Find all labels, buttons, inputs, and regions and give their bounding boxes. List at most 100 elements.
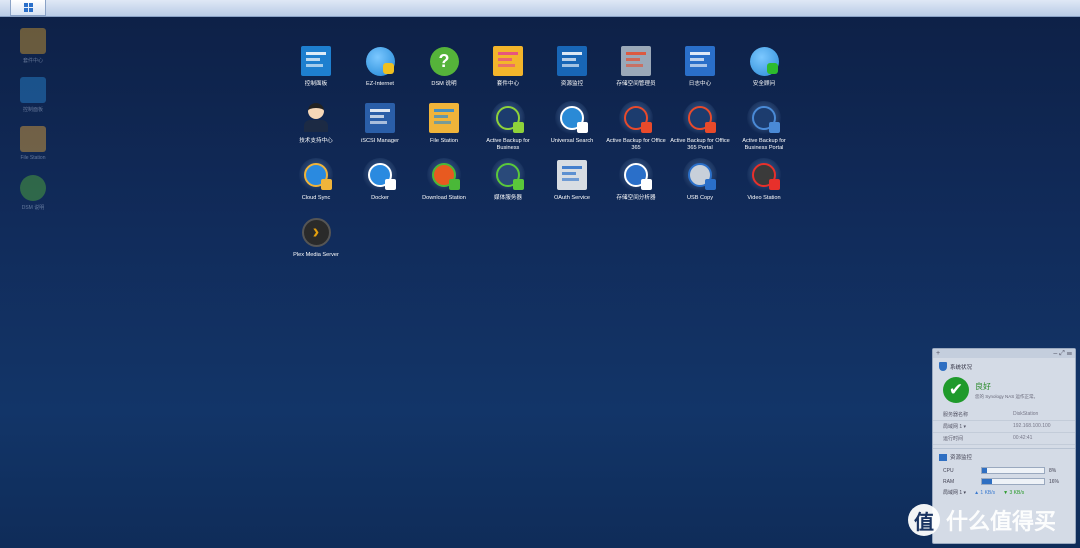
app-label: Active Backup for Business: [486, 138, 530, 151]
cloud-sync-icon: [299, 158, 333, 192]
app-label: Download Station: [422, 195, 466, 201]
app-label: Video Station: [747, 195, 781, 201]
plex-icon: ›: [299, 215, 333, 249]
app-launcher[interactable]: Video Station: [732, 158, 796, 215]
app-launcher[interactable]: 资源监控: [540, 44, 604, 101]
help-icon: [20, 175, 46, 201]
taskbar: [0, 0, 1080, 17]
usb-copy-icon: [683, 158, 717, 192]
control-panel-icon: [299, 44, 333, 78]
desktop-shortcut[interactable]: 套件中心: [14, 28, 52, 64]
app-launcher[interactable]: 安全顾问: [732, 44, 796, 101]
app-launcher[interactable]: Active Backup for Business: [476, 101, 540, 158]
app-launcher[interactable]: EZ-Internet: [348, 44, 412, 101]
ram-value: 16%: [1049, 478, 1060, 485]
grid-icon: [23, 3, 33, 12]
status-info-label[interactable]: 局域网 1 ▾: [943, 423, 966, 430]
app-label: EZ-Internet: [366, 81, 394, 87]
system-status-title: 系统状况: [950, 364, 973, 371]
network-selector[interactable]: 局域网 1 ▾: [943, 489, 966, 496]
desktop-shortcut[interactable]: File Station: [14, 126, 52, 161]
app-launcher[interactable]: Active Backup for Office 365: [604, 101, 668, 158]
shield-icon: [939, 362, 947, 371]
app-label: 控制面板: [304, 81, 328, 87]
status-info-row: 局域网 1 ▾ 192.168.100.100: [933, 421, 1075, 433]
app-launcher[interactable]: ? DSM 说明: [412, 44, 476, 101]
watermark-text: 什么值得买: [946, 509, 1057, 534]
add-widget-icon[interactable]: +: [936, 350, 940, 357]
system-status-summary: ✔ 良好 您的 Synology NAS 运作正常。: [933, 375, 1075, 405]
app-launcher[interactable]: USB Copy: [668, 158, 732, 215]
ram-row: RAM 16%: [933, 476, 1075, 487]
resource-monitor-title: 资源监控: [950, 455, 973, 461]
storage-manager-icon: [619, 44, 653, 78]
main-menu-button[interactable]: [10, 0, 46, 16]
system-status-header: 系统状况: [933, 358, 1075, 375]
active-backup-office-icon: [619, 101, 653, 135]
universal-search-icon: [555, 101, 589, 135]
network-row: 局域网 1 ▾ ▲ 1 KB/s ▼ 3 KB/s: [933, 487, 1075, 498]
app-launcher[interactable]: 日志中心: [668, 44, 732, 101]
app-label: OAuth Service: [553, 195, 591, 201]
upload-rate: ▲ 1 KB/s: [974, 489, 996, 496]
app-label: 技术支持中心: [299, 138, 333, 144]
cpu-row: CPU 8%: [933, 465, 1075, 476]
app-label: File Station: [430, 138, 458, 144]
support-center-icon: [299, 101, 333, 135]
app-launcher[interactable]: 存储空间分析器: [604, 158, 668, 215]
app-launcher[interactable]: Cloud Sync: [284, 158, 348, 215]
app-label: 资源监控: [560, 81, 584, 87]
main-menu-app-grid: 控制面板 EZ-Internet ? DSM 说明 套件中心 资源监控 存储空间管…: [284, 44, 796, 272]
app-launcher[interactable]: 媒体服务器: [476, 158, 540, 215]
ram-bar: [981, 478, 1045, 485]
video-station-icon: [747, 158, 781, 192]
app-label: Cloud Sync: [301, 195, 331, 201]
status-info-row: 服务器名称 DiskStation: [933, 409, 1075, 421]
app-label: iSCSI Manager: [361, 138, 399, 144]
control-panel-icon: [20, 77, 46, 103]
desktop-shortcut-label: DSM 说明: [21, 205, 45, 211]
desktop-shortcut-label: 控制面板: [22, 107, 43, 113]
checkmark-icon: ✔: [943, 377, 969, 403]
desktop-shortcut-label: 套件中心: [22, 58, 43, 64]
app-label: 媒体服务器: [494, 195, 522, 201]
app-launcher[interactable]: Universal Search: [540, 101, 604, 158]
app-launcher[interactable]: 技术支持中心: [284, 101, 348, 158]
app-launcher[interactable]: 存储空间管理员: [604, 44, 668, 101]
app-label: Universal Search: [550, 138, 594, 144]
app-label: 存储空间管理员: [616, 81, 656, 87]
docker-icon: [363, 158, 397, 192]
app-launcher[interactable]: File Station: [412, 101, 476, 158]
app-launcher[interactable]: OAuth Service: [540, 158, 604, 215]
widget-controls[interactable]: – ⤢ ☰: [1053, 350, 1072, 358]
download-station-icon: [427, 158, 461, 192]
ez-internet-icon: [363, 44, 397, 78]
package-center-icon: [491, 44, 525, 78]
desktop-shortcut-label: File Station: [20, 155, 46, 161]
storage-analyzer-icon: [619, 158, 653, 192]
cpu-bar-fill: [982, 468, 987, 473]
desktop-shortcut[interactable]: DSM 说明: [14, 175, 52, 211]
app-launcher[interactable]: › Plex Media Server: [284, 215, 348, 272]
oauth-service-icon: [555, 158, 589, 192]
status-info-value: DiskStation: [1013, 411, 1039, 417]
app-label: Active Backup for Office 365: [606, 138, 666, 151]
desktop-shortcut[interactable]: 控制面板: [14, 77, 52, 113]
app-launcher[interactable]: Active Backup for Business Portal: [732, 101, 796, 158]
app-launcher[interactable]: Active Backup for Office 365 Portal: [668, 101, 732, 158]
app-label: USB Copy: [686, 195, 714, 201]
status-description: 您的 Synology NAS 运作正常。: [975, 393, 1039, 399]
app-launcher[interactable]: iSCSI Manager: [348, 101, 412, 158]
package-icon: [20, 28, 46, 54]
media-server-icon: [491, 158, 525, 192]
resource-monitor-icon: [555, 44, 589, 78]
app-launcher[interactable]: 控制面板: [284, 44, 348, 101]
cpu-value: 8%: [1049, 467, 1057, 474]
iscsi-icon: [363, 101, 397, 135]
app-launcher[interactable]: Download Station: [412, 158, 476, 215]
widget-toolbar: + – ⤢ ☰: [933, 349, 1075, 358]
status-text: 良好: [975, 381, 991, 391]
status-info-label: 运行时间: [943, 436, 964, 442]
app-launcher[interactable]: Docker: [348, 158, 412, 215]
app-launcher[interactable]: 套件中心: [476, 44, 540, 101]
